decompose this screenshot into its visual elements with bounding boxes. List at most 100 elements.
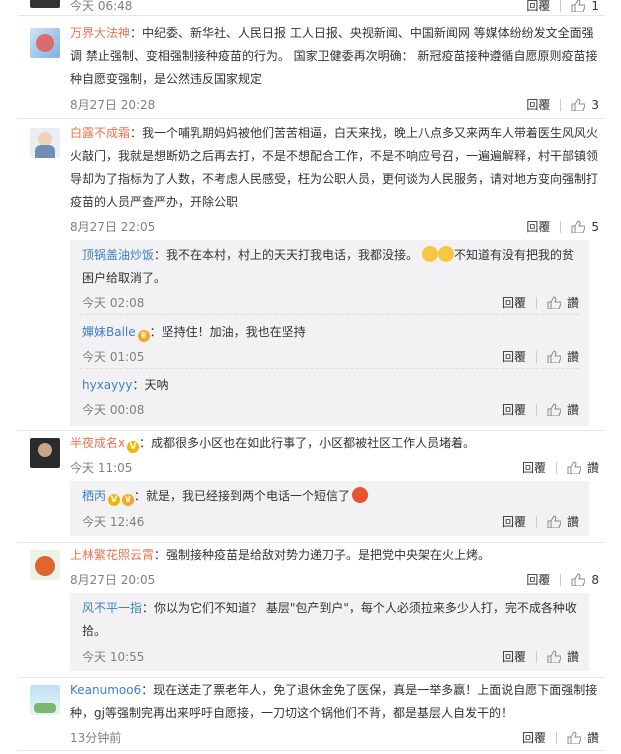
avatar[interactable] xyxy=(30,128,60,158)
vip-badge-icon: ♛ xyxy=(137,330,150,342)
avatar[interactable] xyxy=(30,28,60,58)
thumbs-up-icon xyxy=(547,650,561,663)
reply-time: 今天 10:55 xyxy=(82,650,145,664)
thumbs-up-icon xyxy=(571,573,586,586)
reply-username[interactable]: 嬋妹Balle xyxy=(82,325,136,339)
reply-button[interactable]: 回覆 xyxy=(502,648,526,665)
thumbs-up-icon xyxy=(547,403,561,416)
comment: Keanumoo6：现在送走了票老年人，免了退休金免了医保，真是一举多赢！上面说… xyxy=(70,679,601,725)
like-count: 8 xyxy=(591,572,599,587)
reply-username[interactable]: 风不平一指 xyxy=(82,601,142,615)
like-count: 1 xyxy=(591,0,599,13)
like-button[interactable]: 讚 xyxy=(547,513,579,530)
verified-badge-icon: V xyxy=(108,494,121,506)
comment-text: ：现在送走了票老年人，免了退休金免了医保，真是一举多赢！上面说自愿下面强制接种，… xyxy=(70,683,598,720)
angry-face-icon xyxy=(352,487,369,503)
like-button[interactable]: 讚 xyxy=(547,648,579,665)
reply: 栖丙 V ♛ ：就是，我已经接到两个电话一个短信了 xyxy=(82,485,577,508)
like-button[interactable]: 1 xyxy=(571,0,599,13)
comment: 白露不成霜：我一个哺乳期妈妈被他们苦苦相逼，白天来找，晚上八点多又来两车人带着医… xyxy=(70,122,601,214)
reply-button[interactable]: 回覆 xyxy=(522,729,546,746)
like-button[interactable]: 讚 xyxy=(567,729,599,746)
username[interactable]: 半夜成名x xyxy=(70,436,125,450)
reply-button[interactable]: 回覆 xyxy=(502,294,526,311)
reply-actions: 回覆 讚 xyxy=(502,294,579,311)
thumbs-up-icon xyxy=(571,98,586,111)
comment-feed: 今天 06:48 回覆 1 万界大法神：中纪委、新华社、人民日报 工人日报、央视… xyxy=(0,0,621,754)
comment-actions: 回覆 讚 xyxy=(522,459,599,476)
username[interactable]: 上林繁花照云霄 xyxy=(70,548,154,562)
comment: 上林繁花照云霄：强制接种疫苗是给敌对势力递刀子。是把党中央架在火上烤。 xyxy=(70,544,601,567)
avatar[interactable] xyxy=(30,550,60,580)
replies-box: 栖丙 V ♛ ：就是，我已经接到两个电话一个短信了 今天 12:46 回覆 讚 xyxy=(70,481,589,536)
vip-badge-icon: ♛ xyxy=(122,494,135,506)
thumbs-up-icon xyxy=(547,296,561,309)
comment-text: ：成都很多小区也在如此行事了，小区都被社区工作人员堵着。 xyxy=(139,436,476,450)
reply-username[interactable]: 顶锅盖油炒饭 xyxy=(82,248,154,262)
comment: 半夜成名x V ：成都很多小区也在如此行事了，小区都被社区工作人员堵着。 xyxy=(70,432,601,455)
thumbs-up-icon xyxy=(547,515,561,528)
comment-actions: 回覆 5 xyxy=(526,218,599,235)
like-button[interactable]: 3 xyxy=(571,98,599,112)
comment-actions: 回覆 8 xyxy=(526,571,599,588)
comment-time: 今天 11:05 xyxy=(70,461,133,475)
comment: 万界大法神：中纪委、新华社、人民日报 工人日报、央视新闻、中国新闻网 等媒体纷纷… xyxy=(70,22,601,91)
reply-button[interactable]: 回覆 xyxy=(502,513,526,530)
reply-actions: 回覆 讚 xyxy=(502,648,579,665)
reply-button[interactable]: 回覆 xyxy=(526,0,550,14)
divider xyxy=(18,430,605,431)
reply: 风不平一指：你以为它们不知道？ 基层"包产到户"，每个人必须拉来多少人打，完不成… xyxy=(82,597,577,643)
reply-button[interactable]: 回覆 xyxy=(526,218,550,235)
divider xyxy=(18,542,605,543)
comment-text: ：中纪委、新华社、人民日报 工人日报、央视新闻、中国新闻网 等媒体纷纷发文全面强… xyxy=(70,26,598,86)
reply-actions: 回覆 讚 xyxy=(502,513,579,530)
reply-time: 今天 02:08 xyxy=(82,296,145,310)
comment-time: 今天 06:48 xyxy=(70,0,133,13)
reply: 嬋妹Balle ♛ ：坚持住！加油，我也在坚持 xyxy=(82,321,577,344)
reply-button[interactable]: 回覆 xyxy=(522,459,546,476)
like-button[interactable]: 讚 xyxy=(567,459,599,476)
reply-text: ：天呐 xyxy=(132,378,169,392)
thumbs-up-icon xyxy=(567,461,581,474)
like-button[interactable]: 5 xyxy=(571,220,599,234)
laughing-face-icon xyxy=(438,246,455,262)
reply-text: ：坚持住！加油，我也在坚持 xyxy=(149,325,306,339)
comment-time: 8月27日 22:05 xyxy=(70,220,156,234)
reply-username[interactable]: 栖丙 xyxy=(82,489,106,503)
reply: hyxayyy：天呐 xyxy=(82,374,577,397)
avatar[interactable] xyxy=(30,0,60,8)
reply-text: ：我不在本村，村上的天天打我电话，我都没接。 xyxy=(154,248,419,262)
laughing-face-icon xyxy=(422,246,439,262)
reply-actions: 回覆 讚 xyxy=(502,401,579,418)
reply-text: ：你以为它们不知道？ 基层"包产到户"，每个人必须拉来多少人打，完不成各种收拾。 xyxy=(82,601,577,638)
avatar[interactable] xyxy=(30,685,60,715)
username[interactable]: 万界大法神 xyxy=(70,26,130,40)
reply-button[interactable]: 回覆 xyxy=(502,401,526,418)
comment-actions: 回覆 讚 xyxy=(522,729,599,746)
divider xyxy=(18,15,605,16)
avatar[interactable] xyxy=(30,438,60,468)
replies-box: 风不平一指：你以为它们不知道？ 基层"包产到户"，每个人必须拉来多少人打，完不成… xyxy=(70,593,589,671)
comment-time: 8月27日 20:28 xyxy=(70,98,156,112)
like-button[interactable]: 讚 xyxy=(547,348,579,365)
reply-actions: 回覆 讚 xyxy=(502,348,579,365)
thumbs-up-icon xyxy=(567,731,581,744)
reply-button[interactable]: 回覆 xyxy=(502,348,526,365)
comment-actions: 回覆 3 xyxy=(526,96,599,113)
reply-time: 今天 12:46 xyxy=(82,515,145,529)
reply-button[interactable]: 回覆 xyxy=(526,571,550,588)
reply-username[interactable]: hyxayyy xyxy=(82,378,132,392)
divider xyxy=(18,750,605,751)
thumbs-up-icon xyxy=(571,220,586,233)
username[interactable]: 白露不成霜 xyxy=(70,126,130,140)
verified-badge-icon: V xyxy=(127,441,140,453)
like-button[interactable]: 讚 xyxy=(547,401,579,418)
reply-time: 今天 00:08 xyxy=(82,403,145,417)
like-button[interactable]: 讚 xyxy=(547,294,579,311)
username[interactable]: Keanumoo6 xyxy=(70,683,141,697)
thumbs-up-icon xyxy=(547,350,561,363)
divider xyxy=(18,677,605,678)
comment-text: ：强制接种疫苗是给敌对势力递刀子。是把党中央架在火上烤。 xyxy=(154,548,491,562)
reply-button[interactable]: 回覆 xyxy=(526,96,550,113)
like-button[interactable]: 8 xyxy=(571,573,599,587)
